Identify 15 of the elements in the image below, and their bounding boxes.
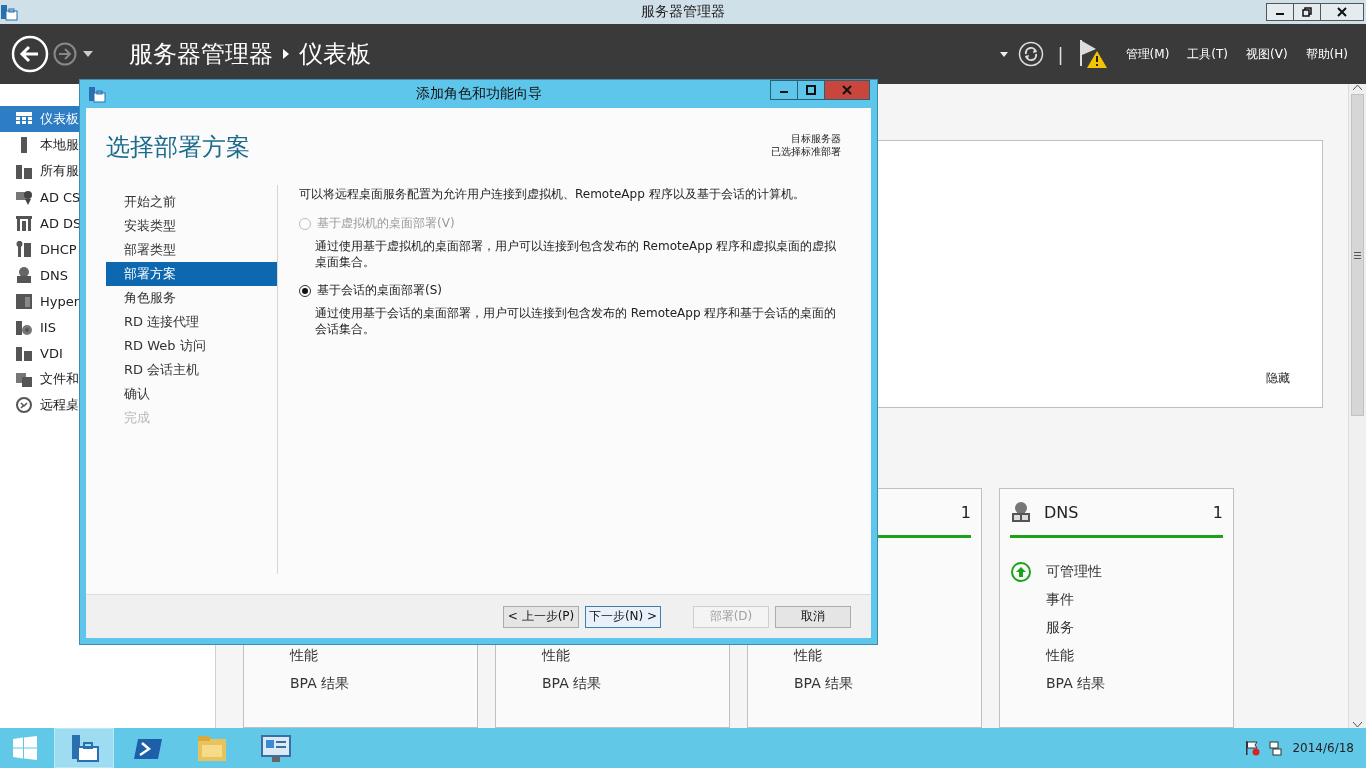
intro-text: 可以将远程桌面服务配置为允许用户连接到虚拟机、RemoteApp 程序以及基于会话的计算机。	[299, 186, 806, 203]
option-label: 基于虚拟机的桌面部署(V)	[317, 215, 455, 232]
window-title: 添加角色和功能向导	[415, 85, 542, 103]
option-description: 通过使用基于会话的桌面部署，用户可以连接到包含发布的 RemoteApp 程序和基于会话的桌面的会话集合。	[315, 305, 838, 337]
target-server-label: 目标服务器	[791, 132, 841, 145]
window-title: 服务器管理器	[641, 3, 725, 21]
separator-mark: |	[1057, 43, 1064, 65]
breadcrumb-item: 仪表板	[299, 39, 371, 70]
target-server-value: 已选择标准部署	[771, 145, 841, 158]
tile-count: 1	[1212, 502, 1223, 522]
tile-count: 1	[960, 502, 971, 522]
page-heading: 选择部署方案	[106, 132, 250, 162]
tile-title: DNS	[1044, 502, 1079, 522]
option-description: 通过使用基于虚拟机的桌面部署，用户可以连接到包含发布的 RemoteApp 程序和虚拟桌面的虚拟桌面集合。	[315, 238, 838, 270]
wizard-step: 完成	[106, 406, 277, 430]
